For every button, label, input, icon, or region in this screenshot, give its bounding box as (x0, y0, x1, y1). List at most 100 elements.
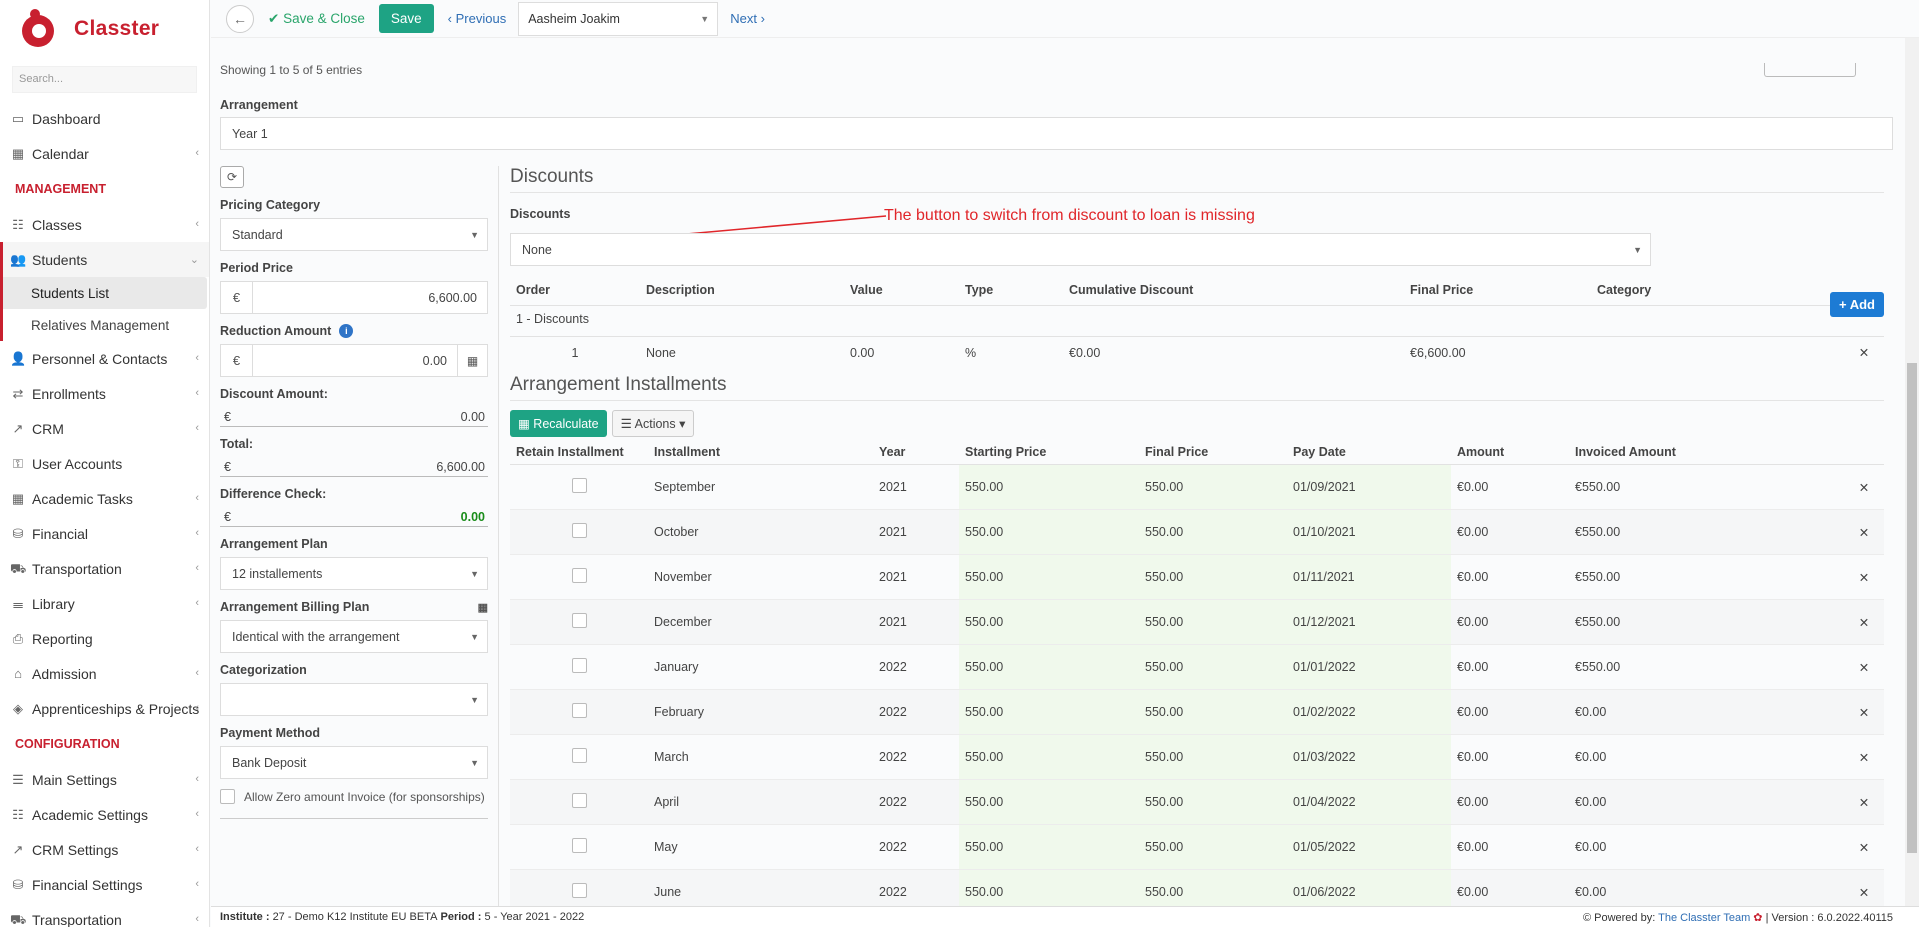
scrollbar-thumb[interactable] (1907, 363, 1917, 853)
sidebar-item-financial-settings[interactable]: ⛁ Financial Settings ‹ (0, 867, 209, 902)
sidebar-item-students[interactable]: 👥 Students ⌄ (0, 242, 209, 277)
sidebar-item-apprenticeships[interactable]: ◈ Apprenticeships & Projects ‹ (0, 691, 209, 726)
sidebar-item-enrollments[interactable]: ⇄ Enrollments ‹ (0, 376, 209, 411)
column-header[interactable]: Retain Installment (510, 441, 648, 465)
logo[interactable]: Classter (0, 0, 209, 58)
next-button[interactable]: Next › (730, 11, 765, 26)
delete-icon[interactable]: ✕ (1844, 464, 1884, 510)
save-button[interactable]: Save (378, 4, 434, 33)
cell-pay-date: 01/06/2022 (1287, 869, 1451, 906)
delete-icon[interactable]: ✕ (1844, 689, 1884, 735)
column-header[interactable]: Installment (648, 441, 873, 465)
sidebar-item-classes[interactable]: ☷ Classes ‹ (0, 207, 209, 242)
sidebar-item-crm-settings[interactable]: ↗ CRM Settings ‹ (0, 832, 209, 867)
sidebar-item-user-accounts[interactable]: ⚿ User Accounts (0, 446, 209, 481)
classter-team-link[interactable]: The Classter Team (1658, 912, 1750, 924)
arrangement-field[interactable]: Year 1 (220, 117, 1893, 150)
sidebar-item-transportation-settings[interactable]: ⛟ Transportation ‹ (0, 902, 209, 927)
collapsed-panel-tab[interactable] (1764, 63, 1856, 77)
calculator-icon[interactable]: ▦ (478, 601, 488, 614)
delete-icon[interactable]: ✕ (1844, 869, 1884, 906)
retain-installment-checkbox[interactable] (571, 478, 587, 493)
column-header[interactable]: Type (959, 275, 1063, 306)
column-header[interactable]: Value (844, 275, 959, 306)
retain-installment-checkbox[interactable] (571, 793, 587, 808)
period-price-input[interactable]: € 6,600.00 (220, 281, 488, 314)
save-close-button[interactable]: ✔ Save & Close (268, 11, 365, 27)
allow-zero-checkbox[interactable] (220, 789, 235, 804)
previous-button[interactable]: ‹ Previous (448, 11, 507, 26)
sidebar-item-admission[interactable]: ⌂ Admission ‹ (0, 656, 209, 691)
delete-icon[interactable]: ✕ (1844, 554, 1884, 600)
cell-retain (510, 689, 648, 735)
cell-year: 2022 (873, 689, 959, 735)
delete-icon[interactable]: ✕ (1844, 337, 1884, 369)
retain-installment-checkbox[interactable] (571, 883, 587, 898)
column-header[interactable]: Pay Date (1287, 441, 1451, 465)
actions-dropdown-button[interactable]: ☰ Actions ▾ (611, 410, 695, 437)
column-header[interactable]: Cumulative Discount (1063, 275, 1404, 306)
column-header[interactable]: Year (873, 441, 959, 465)
add-discount-button[interactable]: + Add (1829, 292, 1884, 317)
total-value: 6,600.00 (436, 460, 485, 474)
delete-icon[interactable]: ✕ (1844, 599, 1884, 645)
reduction-amount-input[interactable]: € 0.00 ▦ (220, 344, 488, 377)
delete-icon[interactable]: ✕ (1844, 509, 1884, 555)
delete-icon[interactable]: ✕ (1844, 734, 1884, 780)
retain-installment-checkbox[interactable] (571, 703, 587, 718)
cell-pay-date: 01/11/2021 (1287, 554, 1451, 600)
column-header[interactable]: Description (640, 275, 844, 306)
billing-plan-select[interactable]: Identical with the arrangement ▼ (220, 620, 488, 653)
sidebar-item-financial[interactable]: ⛁ Financial ‹ (0, 516, 209, 551)
sidebar-item-reporting[interactable]: ⎙ Reporting (0, 621, 209, 656)
logo-text: Classter (74, 17, 160, 40)
retain-installment-checkbox[interactable] (571, 523, 587, 538)
sidebar-item-academic-tasks[interactable]: ▦ Academic Tasks ‹ (0, 481, 209, 516)
sidebar-item-main-settings[interactable]: ☰ Main Settings ‹ (0, 762, 209, 797)
exchange-icon: ⇄ (12, 385, 24, 401)
arrangement-plan-select[interactable]: 12 installements ▼ (220, 557, 488, 590)
pricing-category-select[interactable]: Standard ▼ (220, 218, 488, 251)
categorization-select[interactable]: ▼ (220, 683, 488, 716)
plus-icon: + (1838, 297, 1847, 312)
column-header[interactable]: Final Price (1404, 275, 1591, 306)
sidebar-item-calendar[interactable]: ▦ Calendar ‹ (0, 136, 209, 171)
retain-installment-checkbox[interactable] (571, 748, 587, 763)
sidebar-item-dashboard[interactable]: ▭ Dashboard (0, 101, 209, 136)
sidebar-subitem-relatives-management[interactable]: Relatives Management (0, 309, 209, 341)
sidebar-item-label: Apprenticeships & Projects (32, 700, 200, 717)
refresh-button[interactable]: ⟳ (220, 166, 244, 188)
divider (220, 818, 488, 819)
recalculate-button[interactable]: ▦ Recalculate (510, 410, 607, 437)
scrollbar[interactable] (1905, 38, 1919, 906)
payment-method-select[interactable]: Bank Deposit ▼ (220, 746, 488, 779)
sidebar-search-input[interactable]: Search... (12, 66, 197, 93)
retain-installment-checkbox[interactable] (571, 613, 587, 628)
column-header[interactable]: Category (1591, 275, 1844, 306)
delete-icon[interactable]: ✕ (1844, 824, 1884, 870)
cell-pay-date: 01/01/2022 (1287, 644, 1451, 690)
retain-installment-checkbox[interactable] (571, 658, 587, 673)
chevron-left-icon: ‹ (195, 562, 199, 574)
back-button[interactable]: ← (226, 4, 254, 33)
column-header[interactable]: Amount (1451, 441, 1569, 465)
column-header[interactable]: Starting Price (959, 441, 1139, 465)
sidebar-item-academic-settings[interactable]: ☷ Academic Settings ‹ (0, 797, 209, 832)
delete-icon[interactable]: ✕ (1844, 779, 1884, 825)
calculator-icon[interactable]: ▦ (457, 345, 487, 376)
delete-icon[interactable]: ✕ (1844, 644, 1884, 690)
column-header[interactable]: Final Price (1139, 441, 1287, 465)
sidebar-item-library[interactable]: 𝍢 Library ‹ (0, 586, 209, 621)
retain-installment-checkbox[interactable] (571, 568, 587, 583)
column-header[interactable]: Order (510, 275, 640, 306)
info-icon[interactable]: i (339, 324, 354, 338)
sidebar-item-personnel[interactable]: 👤 Personnel & Contacts ‹ (0, 341, 209, 376)
sidebar-item-label: Personnel & Contacts (32, 350, 168, 367)
column-header[interactable]: Invoiced Amount (1569, 441, 1844, 465)
sidebar-item-transportation[interactable]: ⛟ Transportation ‹ (0, 551, 209, 586)
student-select[interactable]: Aasheim Joakim ▼ (518, 1, 719, 36)
sidebar-item-crm[interactable]: ↗ CRM ‹ (0, 411, 209, 446)
retain-installment-checkbox[interactable] (571, 838, 587, 853)
discounts-select[interactable]: None ▼ (510, 233, 1651, 266)
sidebar-subitem-students-list[interactable]: Students List (0, 277, 207, 309)
